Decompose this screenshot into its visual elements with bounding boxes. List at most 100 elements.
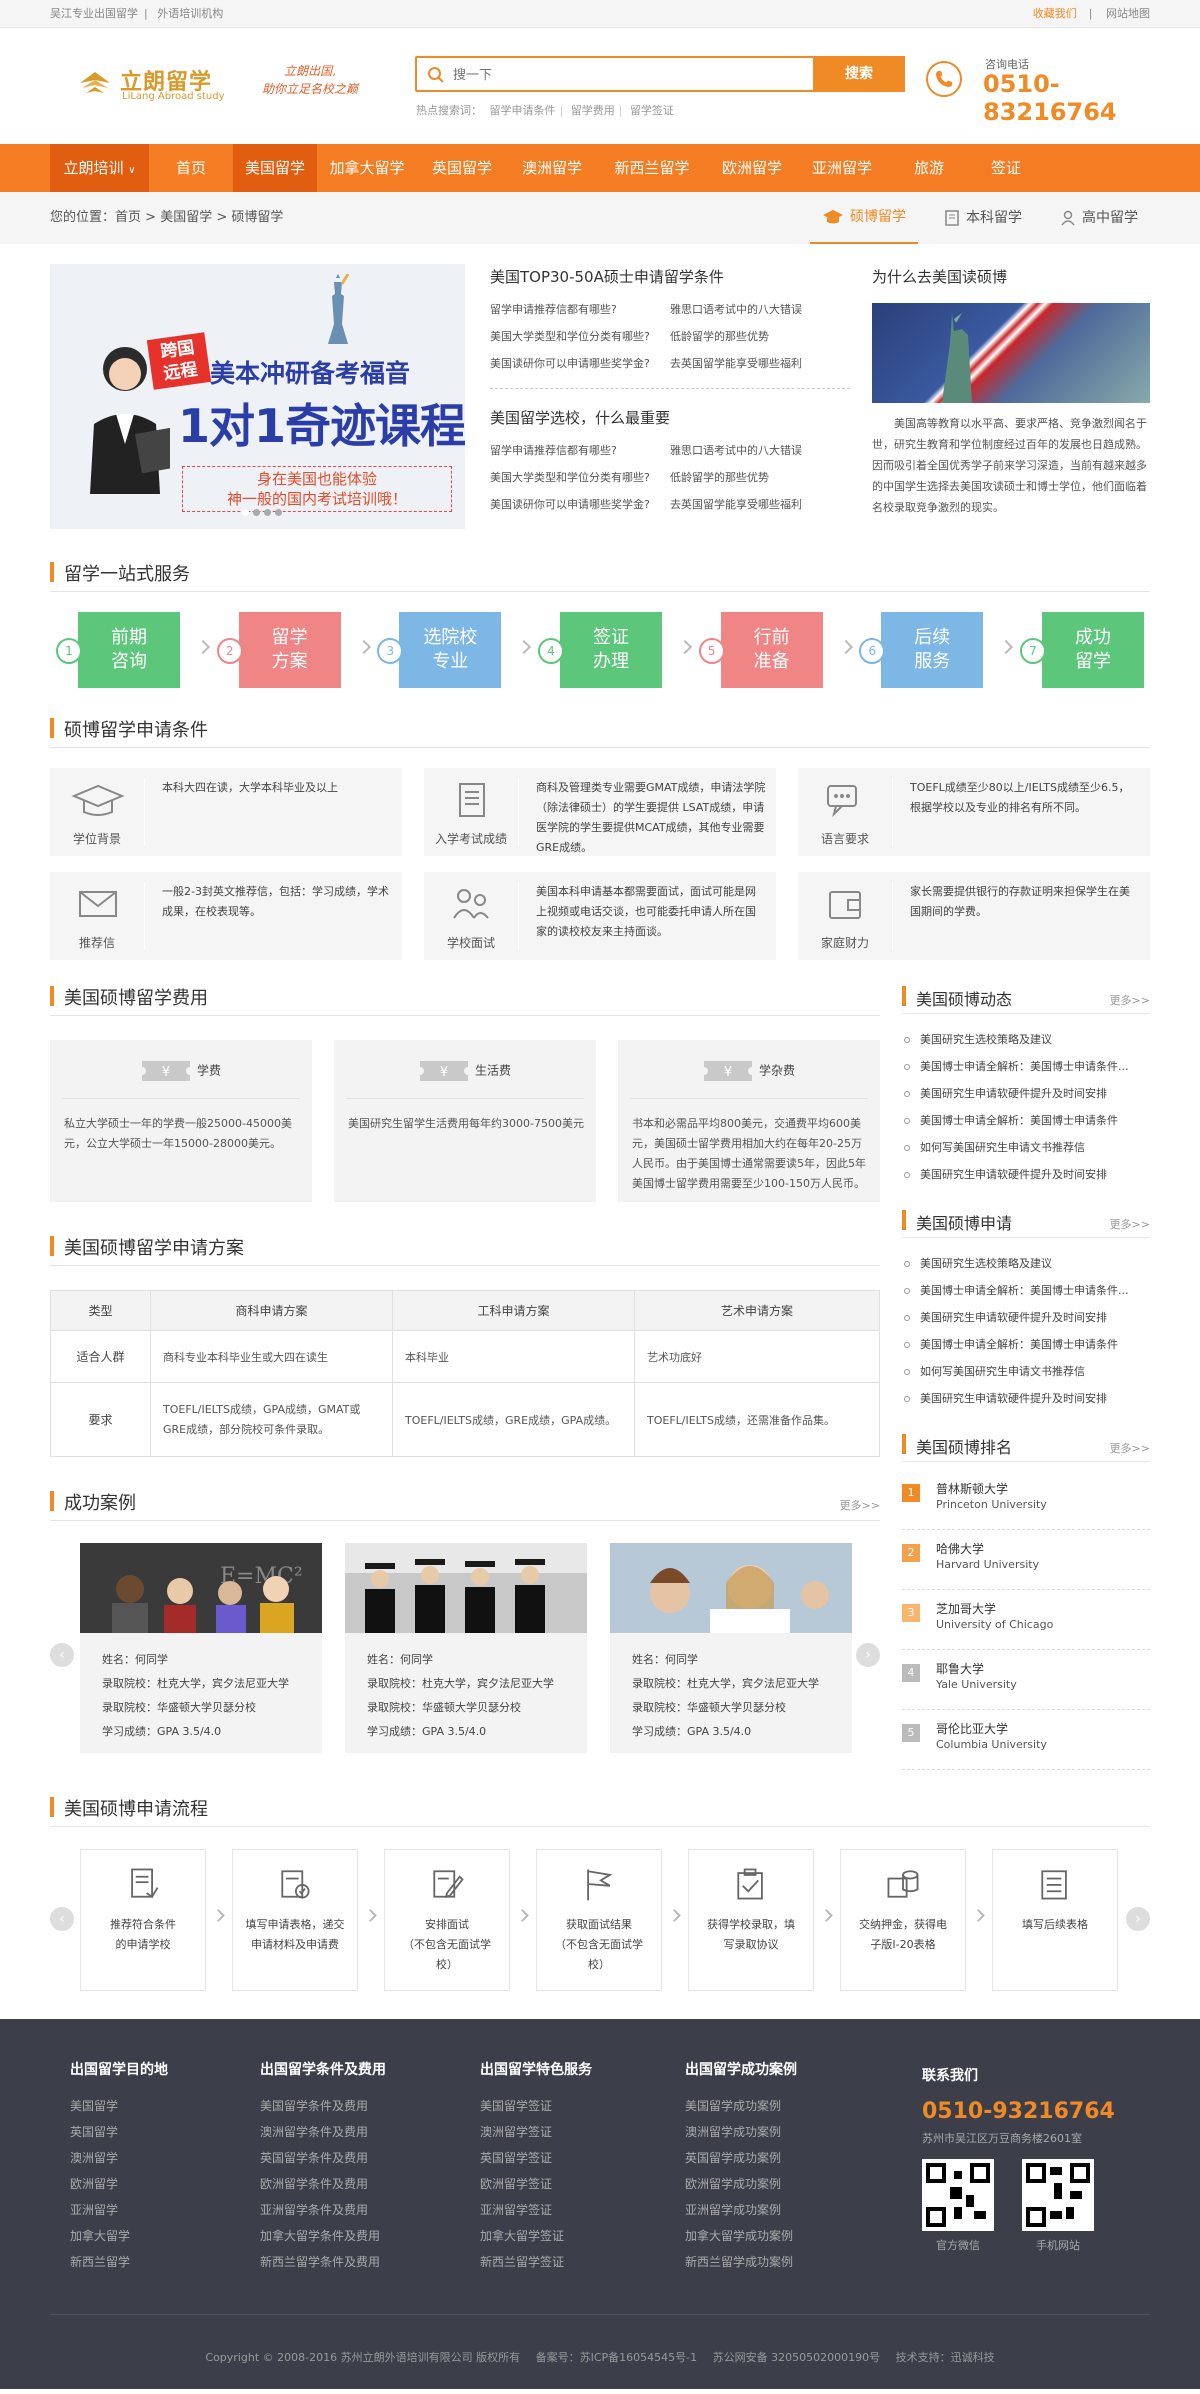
tech-support[interactable]: 技术支持：迅诚科技 xyxy=(896,2351,995,2364)
sidebar-link[interactable]: 美国博士申请全解析：美国博士申请条件 xyxy=(902,1331,1150,1358)
process-step[interactable]: 填写申请表格，递交 申请材料及申请费 xyxy=(232,1849,358,1991)
news-link[interactable]: 去英国留学能享受哪些福利 xyxy=(670,355,850,382)
footer-link[interactable]: 欧洲留学签证 xyxy=(480,2171,592,2197)
footer-link[interactable]: 美国留学成功案例 xyxy=(685,2093,797,2119)
process-step[interactable]: 填写后续表格 xyxy=(992,1849,1118,1991)
rank-item[interactable]: 3 芝加哥大学 University of Chicago xyxy=(902,1590,1150,1650)
hot-search-link-3[interactable]: 留学签证 xyxy=(630,104,674,117)
nav-item-australia[interactable]: 澳洲留学 xyxy=(507,144,597,192)
sidebar-link[interactable]: 如何写美国研究生申请文书推荐信 xyxy=(902,1134,1150,1161)
news-title-2[interactable]: 美国留学选校，什么最重要 xyxy=(490,407,850,428)
logo[interactable]: 立朗留学 LiLang Abroad study xyxy=(78,58,228,108)
footer-link[interactable]: 亚洲留学签证 xyxy=(480,2197,592,2223)
tab-undergrad[interactable]: 本科留学 xyxy=(932,192,1034,244)
search-button[interactable]: 搜索 xyxy=(813,56,905,92)
qr-wechat[interactable]: 官方微信 xyxy=(922,2159,994,2253)
footer-link[interactable]: 新西兰留学条件及费用 xyxy=(260,2249,386,2275)
service-step[interactable]: 前期 咨询 1 xyxy=(56,612,211,688)
nav-item-uk[interactable]: 英国留学 xyxy=(417,144,507,192)
sidebar-link[interactable]: 美国博士申请全解析：美国博士申请条件... xyxy=(902,1053,1150,1080)
footer-link[interactable]: 欧洲留学成功案例 xyxy=(685,2171,797,2197)
footer-link[interactable]: 美国留学 xyxy=(70,2093,168,2119)
news-link[interactable]: 留学申请推荐信都有哪些? xyxy=(490,301,670,328)
nav-item-asia[interactable]: 亚洲留学 xyxy=(797,144,887,192)
news-link[interactable]: 美国大学类型和学位分类有哪些? xyxy=(490,469,670,496)
icp-number[interactable]: 备案号：苏ICP备16054545号-1 xyxy=(536,2351,698,2364)
footer-link[interactable]: 新西兰留学签证 xyxy=(480,2249,592,2275)
sidebar-link[interactable]: 如何写美国研究生申请文书推荐信 xyxy=(902,1358,1150,1385)
footer-link[interactable]: 亚洲留学条件及费用 xyxy=(260,2197,386,2223)
rank-item[interactable]: 4 耶鲁大学 Yale University xyxy=(902,1650,1150,1710)
footer-link[interactable]: 英国留学 xyxy=(70,2119,168,2145)
footer-link[interactable]: 澳洲留学成功案例 xyxy=(685,2119,797,2145)
banner-dot[interactable] xyxy=(242,509,249,516)
sidebar-link[interactable]: 美国研究生选校策略及建议 xyxy=(902,1250,1150,1277)
footer-link[interactable]: 欧洲留学条件及费用 xyxy=(260,2171,386,2197)
footer-link[interactable]: 英国留学条件及费用 xyxy=(260,2145,386,2171)
nav-item-visa[interactable]: 签证 xyxy=(971,144,1041,192)
case-card[interactable]: E=MC² 姓名：何同学 录取院校：杜克大学，宾夕法尼亚大学 录取院校：华盛顿大… xyxy=(80,1543,322,1753)
sidebar-link[interactable]: 美国博士申请全解析：美国博士申请条件 xyxy=(902,1107,1150,1134)
footer-link[interactable]: 新西兰留学成功案例 xyxy=(685,2249,797,2275)
banner-dot[interactable] xyxy=(264,509,271,516)
sidebar-link[interactable]: 美国研究生申请软硬件提升及时间安排 xyxy=(902,1080,1150,1107)
sitemap-link[interactable]: 网站地图 xyxy=(1106,7,1150,20)
process-step[interactable]: 推荐符合条件 的申请学校 xyxy=(80,1849,206,1991)
tab-master-phd[interactable]: 硕博留学 xyxy=(810,192,918,244)
news-link[interactable]: 低龄留学的那些优势 xyxy=(670,328,850,355)
news-link[interactable]: 低龄留学的那些优势 xyxy=(670,469,850,496)
nav-item-home[interactable]: 首页 xyxy=(149,144,233,192)
rank-item[interactable]: 5 哥伦比亚大学 Columbia University xyxy=(902,1710,1150,1770)
cases-prev-button[interactable]: ‹ xyxy=(50,1643,74,1667)
cases-next-button[interactable]: › xyxy=(856,1643,880,1667)
qr-mobile[interactable]: 手机网站 xyxy=(1022,2159,1094,2253)
breadcrumb-home[interactable]: 首页 xyxy=(115,210,141,225)
hot-search-link-2[interactable]: 留学费用 xyxy=(571,104,615,117)
news-link[interactable]: 美国读研你可以申请哪些奖学金? xyxy=(490,355,670,382)
news-link[interactable]: 美国读研你可以申请哪些奖学金? xyxy=(490,496,670,523)
footer-link[interactable]: 澳洲留学 xyxy=(70,2145,168,2171)
service-step[interactable]: 成功 留学 7 xyxy=(1019,612,1144,688)
favorite-link[interactable]: 收藏我们 xyxy=(1033,7,1077,20)
sidebar-link[interactable]: 美国研究生申请软硬件提升及时间安排 xyxy=(902,1161,1150,1188)
tab-highschool[interactable]: 高中留学 xyxy=(1048,192,1150,244)
sidebar-rank-more[interactable]: 更多>> xyxy=(1110,1440,1150,1456)
search-input[interactable] xyxy=(453,64,793,86)
sidebar-link[interactable]: 美国研究生申请软硬件提升及时间安排 xyxy=(902,1304,1150,1331)
nav-training-dropdown[interactable]: 立朗培训 ∨ xyxy=(50,144,149,192)
nav-item-travel[interactable]: 旅游 xyxy=(887,144,971,192)
footer-link[interactable]: 亚洲留学成功案例 xyxy=(685,2197,797,2223)
sidebar-news-more[interactable]: 更多>> xyxy=(1110,992,1150,1008)
process-prev-button[interactable]: ‹ xyxy=(50,1907,74,1931)
footer-link[interactable]: 加拿大留学成功案例 xyxy=(685,2223,797,2249)
sidebar-link[interactable]: 美国研究生申请软硬件提升及时间安排 xyxy=(902,1385,1150,1412)
footer-link[interactable]: 英国留学签证 xyxy=(480,2145,592,2171)
banner-dot[interactable] xyxy=(275,509,282,516)
police-number[interactable]: 苏公网安备 32050502000190号 xyxy=(713,2351,880,2364)
news-link[interactable]: 留学申请推荐信都有哪些? xyxy=(490,442,670,469)
case-card[interactable]: 姓名：何同学 录取院校：杜克大学，宾夕法尼亚大学 录取院校：华盛顿大学贝瑟分校 … xyxy=(610,1543,852,1753)
cases-more-link[interactable]: 更多>> xyxy=(840,1497,880,1513)
footer-link[interactable]: 新西兰留学 xyxy=(70,2249,168,2275)
banner-dot[interactable] xyxy=(253,509,260,516)
service-step[interactable]: 留学 方案 2 xyxy=(216,612,371,688)
footer-link[interactable]: 美国留学条件及费用 xyxy=(260,2093,386,2119)
sidebar-apply-more[interactable]: 更多>> xyxy=(1110,1216,1150,1232)
footer-link[interactable]: 美国留学签证 xyxy=(480,2093,592,2119)
footer-link[interactable]: 澳洲留学签证 xyxy=(480,2119,592,2145)
footer-link[interactable]: 亚洲留学 xyxy=(70,2197,168,2223)
nav-item-usa[interactable]: 美国留学 xyxy=(233,144,317,192)
footer-link[interactable]: 澳洲留学条件及费用 xyxy=(260,2119,386,2145)
rank-item[interactable]: 1 普林斯顿大学 Princeton University xyxy=(902,1470,1150,1530)
news-link[interactable]: 雅思口语考试中的八大错误 xyxy=(670,301,850,328)
nav-item-canada[interactable]: 加拿大留学 xyxy=(317,144,417,192)
news-link[interactable]: 去英国留学能享受哪些福利 xyxy=(670,496,850,523)
nav-item-newzealand[interactable]: 新西兰留学 xyxy=(597,144,707,192)
news-title-1[interactable]: 美国TOP30-50A硕士申请留学条件 xyxy=(490,266,850,287)
nav-item-europe[interactable]: 欧洲留学 xyxy=(707,144,797,192)
hot-search-link-1[interactable]: 留学申请条件 xyxy=(490,104,556,117)
service-step[interactable]: 签证 办理 4 xyxy=(537,612,693,688)
case-card[interactable]: 姓名：何同学 录取院校：杜克大学，宾夕法尼亚大学 录取院校：华盛顿大学贝瑟分校 … xyxy=(345,1543,587,1753)
process-step[interactable]: 获得学校录取，填 写录取协议 xyxy=(688,1849,814,1991)
service-step[interactable]: 选院校 专业 3 xyxy=(377,612,532,688)
